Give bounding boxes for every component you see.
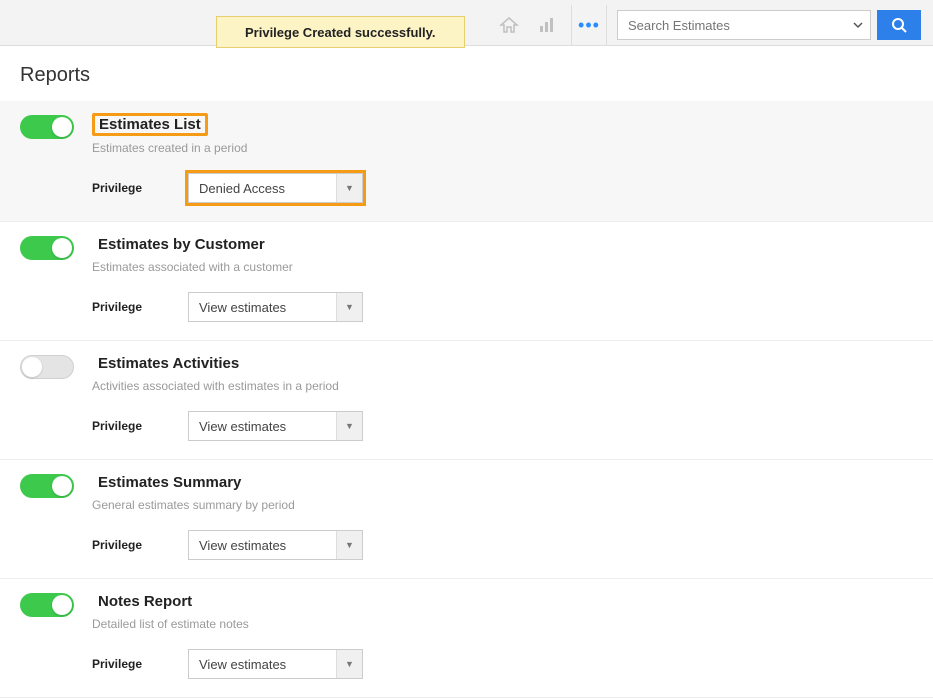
report-row: Estimates Activities Activities associate… [0, 341, 933, 460]
toggle-col [20, 591, 92, 617]
report-title: Estimates Activities [92, 353, 245, 374]
report-content: Estimates Summary General estimates summa… [92, 472, 913, 560]
report-desc: Estimates associated with a customer [92, 260, 913, 274]
chevron-down-icon: ▼ [336, 174, 362, 202]
chevron-down-icon: ▼ [336, 650, 362, 678]
report-title: Estimates Summary [92, 472, 247, 493]
privilege-row: PrivilegeView estimates▼ [92, 411, 913, 441]
search-button[interactable] [877, 10, 921, 40]
chevron-down-icon: ▼ [336, 412, 362, 440]
privilege-select[interactable]: View estimates▼ [188, 649, 363, 679]
privilege-row: PrivilegeView estimates▼ [92, 292, 913, 322]
privilege-select[interactable]: Denied Access▼ [188, 173, 363, 203]
privilege-row: PrivilegeView estimates▼ [92, 649, 913, 679]
toggle-col [20, 472, 92, 498]
privilege-select-value: View estimates [189, 419, 336, 434]
report-row: Estimates by Customer Estimates associate… [0, 222, 933, 341]
toast-success: Privilege Created successfully. [216, 16, 465, 48]
privilege-select-value: View estimates [189, 300, 336, 315]
privilege-row: PrivilegeDenied Access▼ [92, 173, 913, 203]
report-desc: General estimates summary by period [92, 498, 913, 512]
report-row: Estimates Summary General estimates summa… [0, 460, 933, 579]
privilege-row: PrivilegeView estimates▼ [92, 530, 913, 560]
stats-icon[interactable] [533, 11, 561, 39]
report-toggle[interactable] [20, 593, 74, 617]
page-title: Reports [0, 46, 933, 101]
toggle-knob [22, 357, 42, 377]
privilege-select-value: View estimates [189, 657, 336, 672]
topbar-right: ••• [495, 5, 921, 45]
report-content: Estimates List Estimates created in a per… [92, 113, 913, 203]
search-icon [891, 17, 907, 33]
report-title: Estimates by Customer [92, 234, 271, 255]
report-row: Notes Report Detailed list of estimate no… [0, 579, 933, 698]
report-content: Estimates by Customer Estimates associate… [92, 234, 913, 322]
toggle-knob [52, 238, 72, 258]
privilege-label: Privilege [92, 657, 188, 671]
home-icon[interactable] [495, 11, 523, 39]
toggle-col [20, 234, 92, 260]
report-toggle[interactable] [20, 474, 74, 498]
toggle-knob [52, 476, 72, 496]
report-content: Estimates Activities Activities associate… [92, 353, 913, 441]
privilege-select[interactable]: View estimates▼ [188, 292, 363, 322]
privilege-select-value: Denied Access [189, 181, 336, 196]
privilege-select[interactable]: View estimates▼ [188, 530, 363, 560]
privilege-label: Privilege [92, 538, 188, 552]
search-wrap [617, 10, 921, 40]
chevron-down-icon: ▼ [336, 293, 362, 321]
search-dropdown-icon[interactable] [847, 10, 869, 40]
report-toggle[interactable] [20, 355, 74, 379]
search-input[interactable] [617, 10, 871, 40]
report-desc: Estimates created in a period [92, 141, 913, 155]
privilege-select[interactable]: View estimates▼ [188, 411, 363, 441]
report-toggle[interactable] [20, 115, 74, 139]
reports-list: Estimates List Estimates created in a per… [0, 101, 933, 698]
report-desc: Activities associated with estimates in … [92, 379, 913, 393]
toggle-col [20, 113, 92, 139]
privilege-select-value: View estimates [189, 538, 336, 553]
topbar: Privilege Created successfully. ••• [0, 0, 933, 46]
more-icon[interactable]: ••• [571, 5, 607, 45]
report-content: Notes Report Detailed list of estimate no… [92, 591, 913, 679]
toggle-knob [52, 117, 72, 137]
report-toggle[interactable] [20, 236, 74, 260]
toggle-knob [52, 595, 72, 615]
report-row: Estimates List Estimates created in a per… [0, 101, 933, 222]
chevron-down-icon: ▼ [336, 531, 362, 559]
report-desc: Detailed list of estimate notes [92, 617, 913, 631]
privilege-label: Privilege [92, 300, 188, 314]
privilege-label: Privilege [92, 181, 188, 195]
toggle-col [20, 353, 92, 379]
report-title: Estimates List [92, 113, 208, 136]
privilege-label: Privilege [92, 419, 188, 433]
report-title: Notes Report [92, 591, 198, 612]
